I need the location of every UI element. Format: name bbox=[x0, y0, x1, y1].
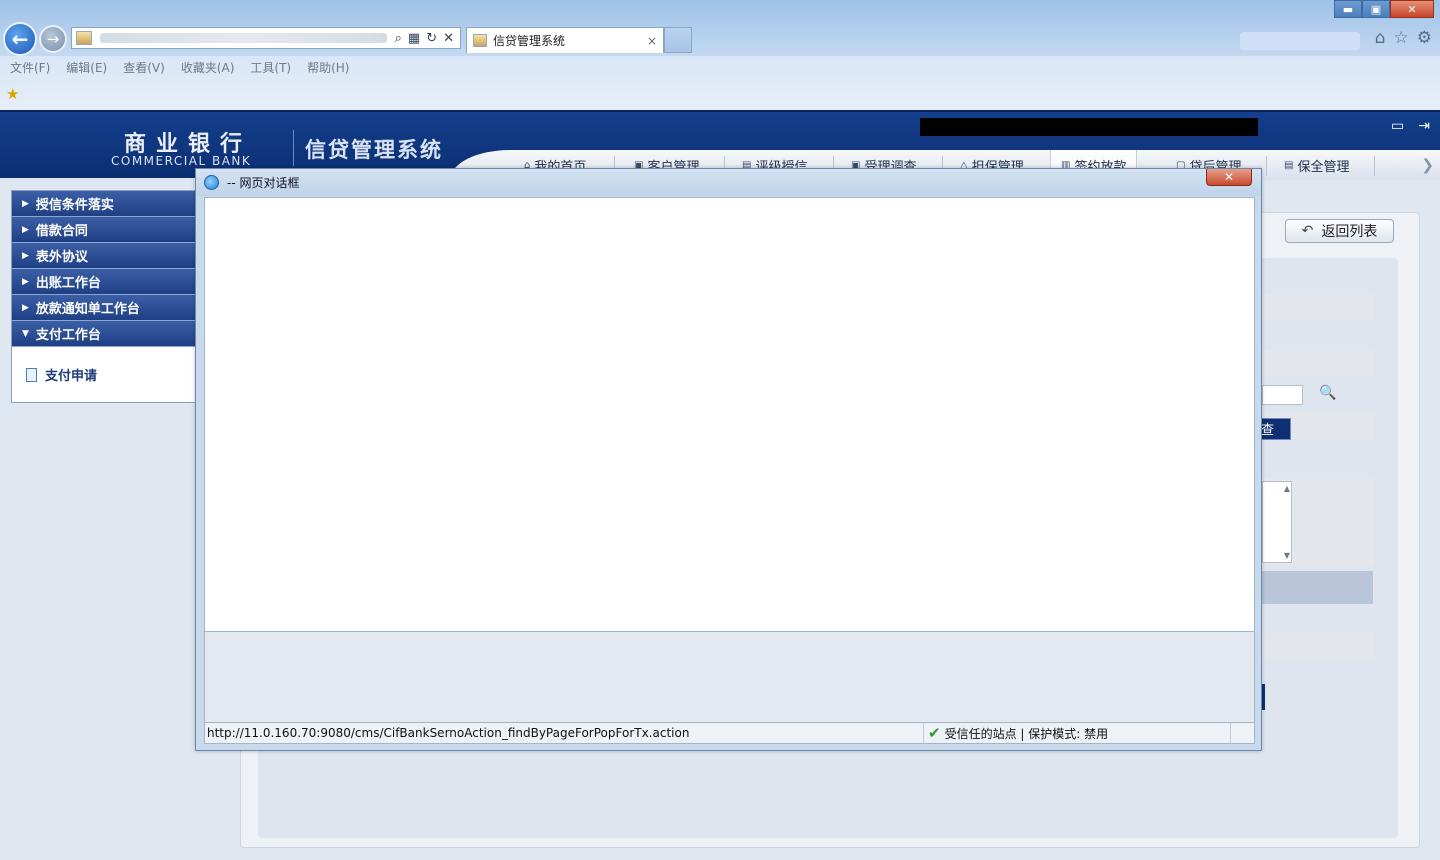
scroll-up-icon[interactable]: ▲ bbox=[1284, 484, 1290, 493]
brand-divider bbox=[293, 130, 294, 166]
monitor-icon[interactable]: ▭ bbox=[1391, 118, 1404, 134]
back-to-list-button[interactable]: ↶ 返回列表 bbox=[1285, 219, 1394, 243]
caret-down-icon: ▼ bbox=[22, 328, 29, 339]
brand-name-en: COMMERCIAL BANK bbox=[111, 154, 252, 168]
form-row bbox=[1262, 350, 1374, 376]
dialog-titlebar: -- 网页对话框 bbox=[196, 169, 1261, 196]
system-title: 信贷管理系统 bbox=[305, 138, 443, 162]
browser-frame: ▬ ▣ ✕ ← → ⌕ ▦ ↻ ✕ 信贷管理系统 × ⌂ ☆ ⚙ 文件(F) 编… bbox=[0, 0, 1440, 110]
logout-icon[interactable]: ⇥ bbox=[1418, 118, 1430, 134]
sidebar-item-credit-conditions[interactable]: ▶ 授信条件落实 bbox=[12, 191, 196, 217]
refresh-icon[interactable]: ↻ bbox=[426, 31, 437, 46]
minimize-button[interactable]: ▬ bbox=[1334, 0, 1362, 18]
form-row bbox=[1262, 294, 1374, 320]
compat-view-icon[interactable]: ▦ bbox=[408, 31, 420, 46]
menu-file[interactable]: 文件(F) bbox=[10, 59, 50, 76]
sidebar-item-loan-contract[interactable]: ▶ 借款合同 bbox=[12, 217, 196, 243]
chevron-right-icon[interactable]: ❯ bbox=[1421, 156, 1434, 174]
form-row bbox=[1262, 633, 1374, 659]
browser-tab-active[interactable]: 信贷管理系统 × bbox=[466, 27, 664, 53]
sidebar-item-loan-notice[interactable]: ▶ 放款通知单工作台 bbox=[12, 295, 196, 321]
address-bar[interactable]: ⌕ ▦ ↻ ✕ bbox=[71, 27, 461, 49]
search-input[interactable] bbox=[1262, 385, 1303, 405]
star-icon[interactable]: ☆ bbox=[1394, 28, 1409, 48]
dialog-title: -- 网页对话框 bbox=[227, 176, 300, 190]
nav-separator bbox=[1266, 156, 1267, 176]
search-icon[interactable]: ⌕ bbox=[395, 31, 402, 46]
header-icons: ▭ ⇥ bbox=[1391, 118, 1430, 134]
caret-right-icon: ▶ bbox=[22, 250, 29, 261]
listbox[interactable]: ▲ ▼ bbox=[1262, 481, 1292, 563]
caret-right-icon: ▶ bbox=[22, 198, 29, 209]
highlight-row bbox=[1262, 571, 1373, 604]
browser-toolbar-icons: ⌂ ☆ ⚙ bbox=[1375, 28, 1432, 48]
tab-close-icon[interactable]: × bbox=[647, 34, 657, 48]
sidebar-item-payment[interactable]: ▼ 支付工作台 bbox=[12, 321, 196, 347]
add-favorite-icon[interactable]: ★ bbox=[6, 85, 19, 103]
address-url-blurred bbox=[100, 33, 387, 43]
check-icon: ✔ bbox=[928, 724, 941, 742]
sidebar-item-label: 出账工作台 bbox=[35, 276, 101, 291]
menu-help[interactable]: 帮助(H) bbox=[307, 59, 349, 76]
page-icon bbox=[76, 31, 92, 45]
window-controls: ▬ ▣ ✕ bbox=[1334, 0, 1434, 18]
window-close-button[interactable]: ✕ bbox=[1390, 0, 1434, 18]
scroll-down-icon[interactable]: ▼ bbox=[1284, 551, 1290, 560]
sidebar-item-label: 放款通知单工作台 bbox=[35, 302, 140, 317]
sidebar-item-label: 支付工作台 bbox=[35, 328, 101, 343]
caret-right-icon: ▶ bbox=[22, 302, 29, 313]
sidebar-subitem-label: 支付申请 bbox=[45, 369, 98, 384]
caret-right-icon: ▶ bbox=[22, 276, 29, 287]
tab-preservation[interactable]: ▤ 保全管理 bbox=[1284, 150, 1349, 180]
home-icon[interactable]: ⌂ bbox=[1375, 28, 1386, 48]
tab-page-icon bbox=[473, 34, 487, 47]
sidebar-item-disbursement[interactable]: ▶ 出账工作台 bbox=[12, 269, 196, 295]
menu-view[interactable]: 查看(V) bbox=[123, 59, 165, 76]
forward-arrow-icon[interactable]: → bbox=[39, 25, 67, 53]
browser-tab-title: 信贷管理系统 bbox=[493, 34, 566, 48]
redacted-user-info bbox=[920, 118, 1258, 136]
back-to-list-label: 返回列表 bbox=[1321, 224, 1378, 240]
stop-icon[interactable]: ✕ bbox=[443, 31, 454, 46]
sidebar: ▶ 授信条件落实 ▶ 借款合同 ▶ 表外协议 ▶ 出账工作台 ▶ 放款通知单工作… bbox=[11, 190, 197, 403]
menu-tools[interactable]: 工具(T) bbox=[250, 59, 291, 76]
sidebar-item-offbalance[interactable]: ▶ 表外协议 bbox=[12, 243, 196, 269]
return-arrow-icon: ↶ bbox=[1301, 223, 1314, 239]
sidebar-item-label: 表外协议 bbox=[35, 250, 88, 265]
sidebar-item-label: 授信条件落实 bbox=[35, 198, 114, 213]
security-zone: ✔ 受信任的站点 | 保护模式: 禁用 bbox=[923, 723, 1230, 743]
dialog-lower-area bbox=[204, 632, 1255, 722]
menu-edit[interactable]: 编辑(E) bbox=[66, 59, 107, 76]
browser-search-blurred[interactable] bbox=[1240, 32, 1360, 50]
caret-right-icon: ▶ bbox=[22, 224, 29, 235]
dialog-body bbox=[204, 197, 1255, 632]
query-button[interactable]: 查 bbox=[1258, 418, 1291, 440]
back-arrow-icon[interactable]: ← bbox=[3, 22, 37, 56]
ie-icon bbox=[204, 175, 219, 190]
dialog-close-button[interactable]: ✕ bbox=[1206, 169, 1252, 186]
tab-label: 保全管理 bbox=[1297, 159, 1350, 175]
sidebar-subitem-payment-request[interactable]: 支付申请 bbox=[12, 347, 196, 384]
maximize-button[interactable]: ▣ bbox=[1362, 0, 1390, 18]
nav-separator bbox=[1374, 156, 1375, 176]
security-zone-label: 受信任的站点 | 保护模式: 禁用 bbox=[944, 726, 1109, 741]
document-icon bbox=[26, 367, 37, 382]
favorites-bar: ★ bbox=[0, 82, 1440, 106]
sidebar-item-label: 借款合同 bbox=[35, 224, 88, 239]
address-tools: ⌕ ▦ ↻ ✕ bbox=[395, 31, 460, 46]
dialog-statusbar: http://11.0.160.70:9080/cms/CifBankSerno… bbox=[204, 722, 1255, 744]
magnifier-icon[interactable]: 🔍 bbox=[1319, 385, 1336, 401]
web-dialog: -- 网页对话框 ✕ http://11.0.160.70:9080/cms/C… bbox=[195, 168, 1262, 751]
preservation-icon: ▤ bbox=[1284, 159, 1294, 171]
menu-bar: 文件(F) 编辑(E) 查看(V) 收藏夹(A) 工具(T) 帮助(H) bbox=[0, 56, 1440, 78]
status-url: http://11.0.160.70:9080/cms/CifBankSerno… bbox=[207, 726, 690, 740]
menu-favorites[interactable]: 收藏夹(A) bbox=[181, 59, 235, 76]
new-tab-button[interactable] bbox=[664, 27, 692, 53]
gear-icon[interactable]: ⚙ bbox=[1417, 28, 1432, 48]
status-end-cell bbox=[1230, 723, 1254, 743]
